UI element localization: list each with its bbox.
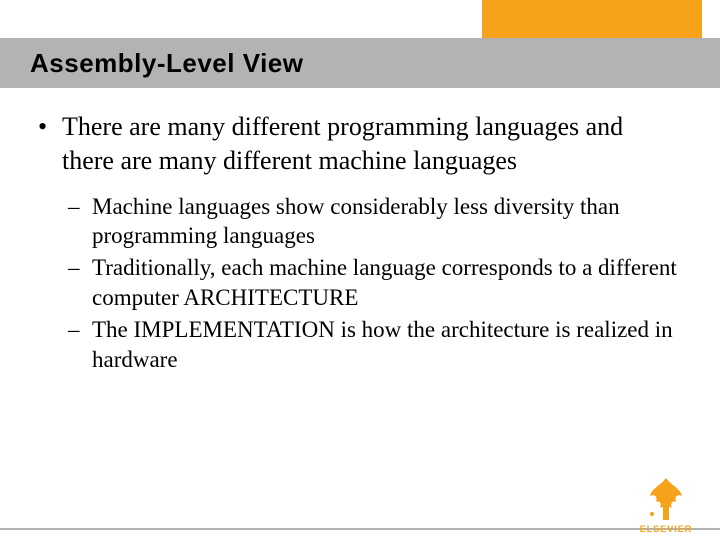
tree-icon — [642, 476, 690, 522]
slide-content: There are many different programming lan… — [32, 110, 680, 377]
publisher-name: ELSEVIER — [630, 524, 702, 534]
slide-title: Assembly-Level View — [30, 48, 304, 79]
footer-divider — [0, 528, 720, 530]
subbullet-1: Machine languages show considerably less… — [68, 192, 680, 252]
subbullet-3: The IMPLEMENTATION is how the architectu… — [68, 315, 680, 375]
publisher-logo: ELSEVIER — [630, 476, 702, 534]
title-bar: Assembly-Level View — [0, 38, 720, 88]
subbullet-2: Traditionally, each machine language cor… — [68, 253, 680, 313]
bullet-main: There are many different programming lan… — [32, 110, 680, 375]
bullet-main-text: There are many different programming lan… — [62, 112, 623, 175]
accent-bar — [482, 0, 702, 38]
